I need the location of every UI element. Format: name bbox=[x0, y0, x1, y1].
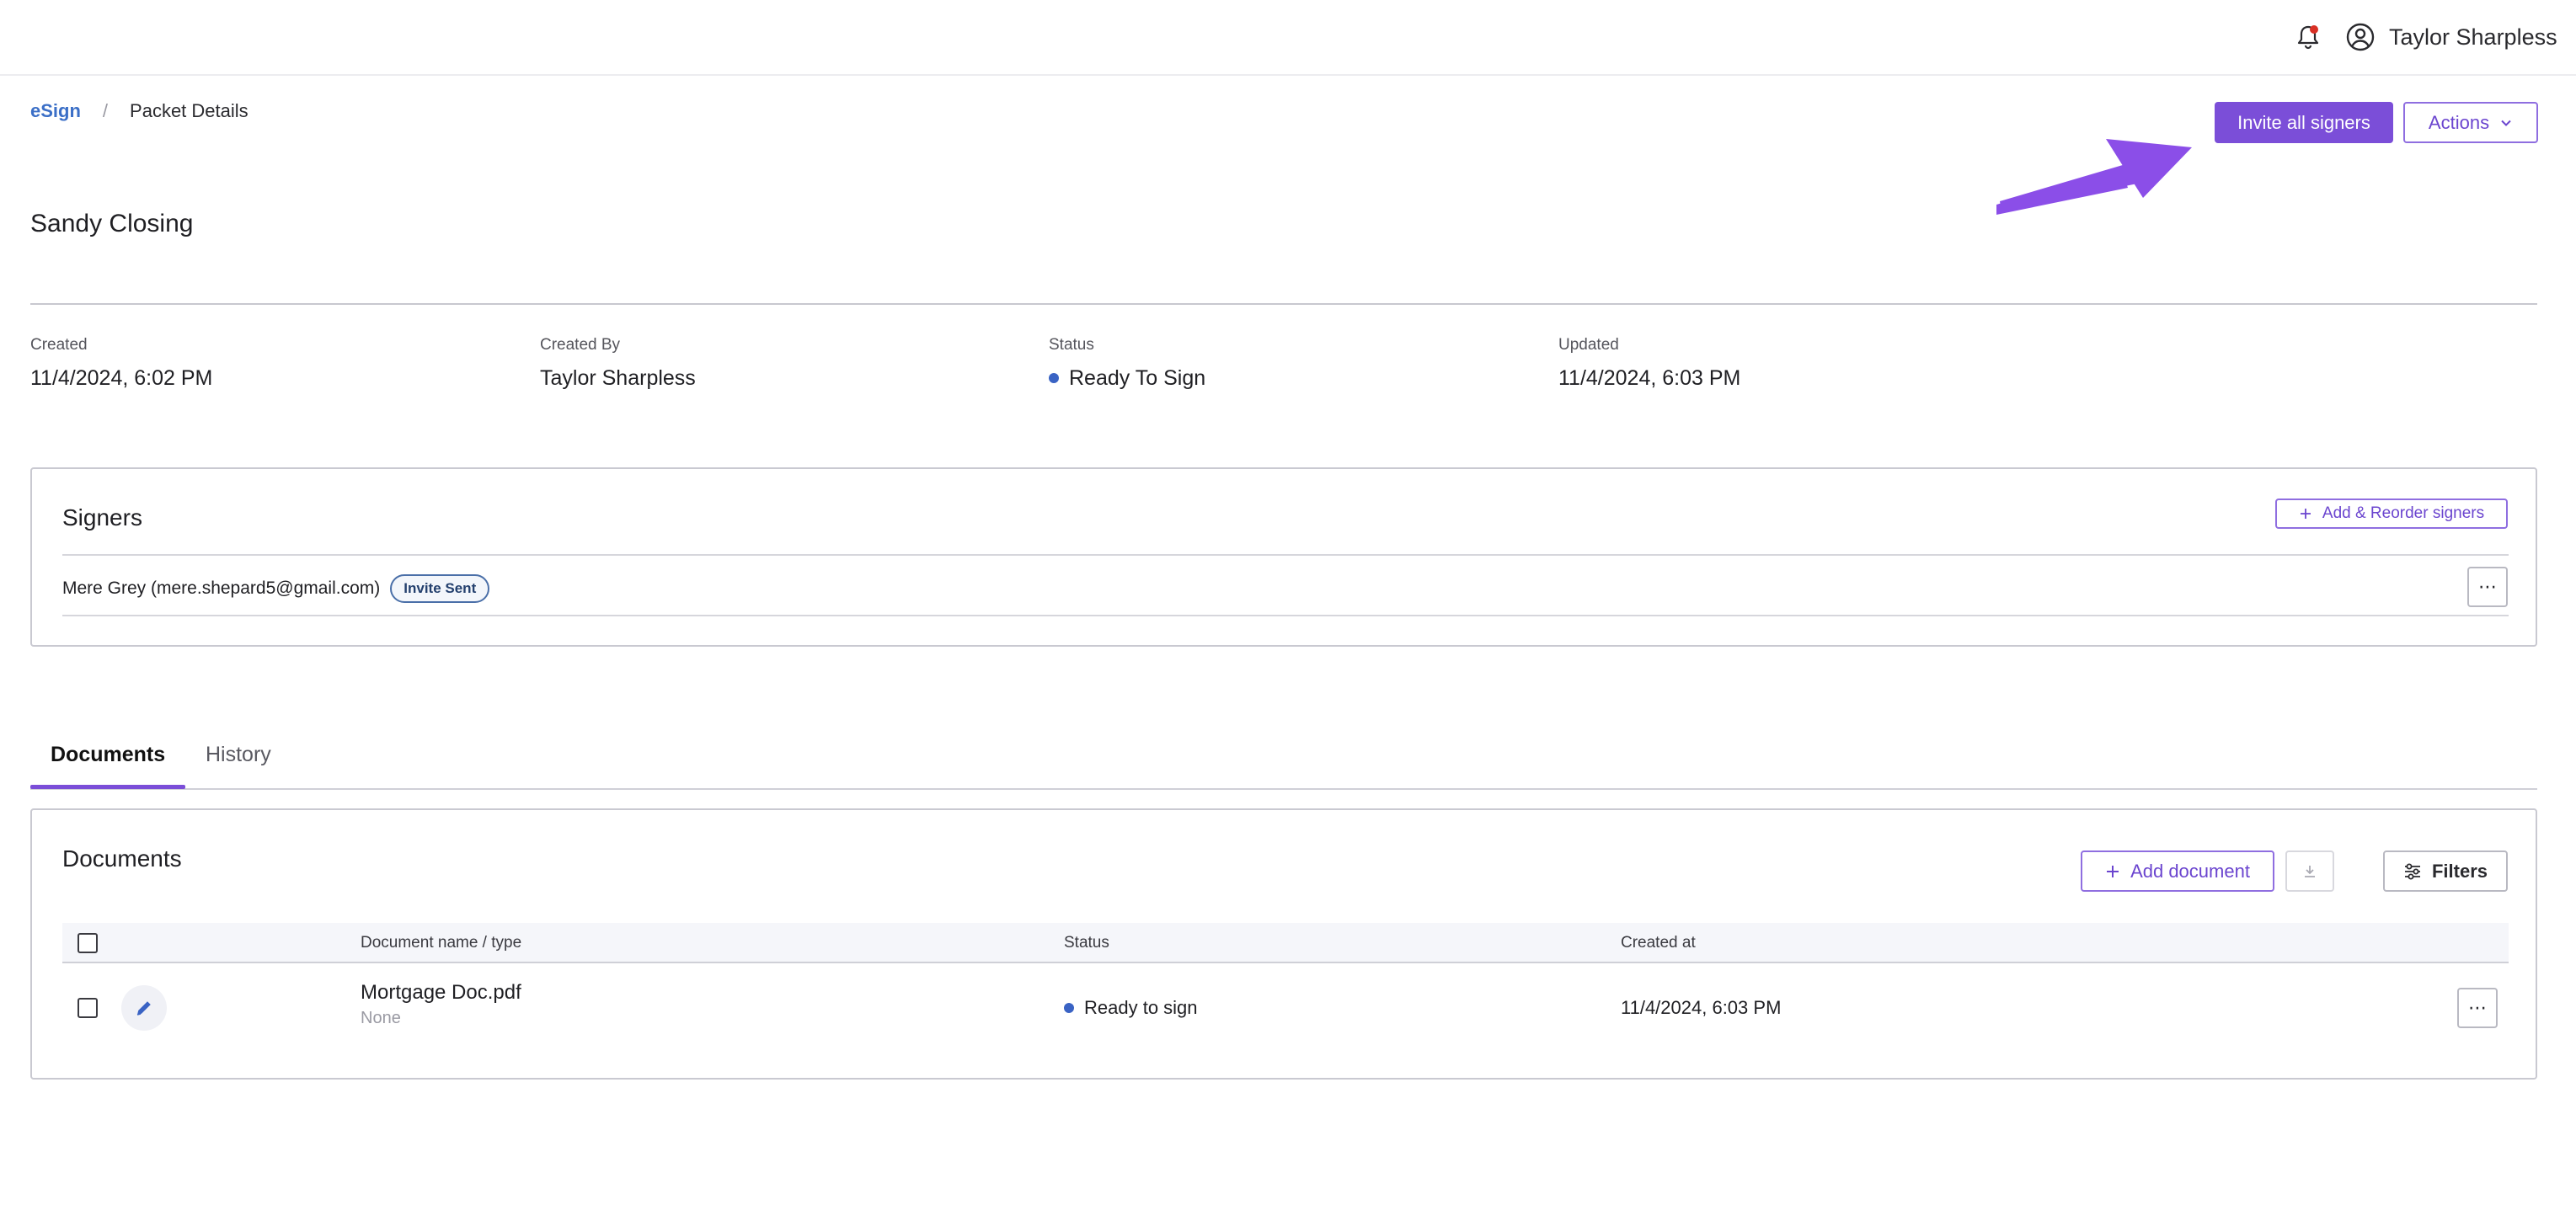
status-badge: Invite Sent bbox=[390, 574, 490, 603]
add-document-button[interactable]: Add document bbox=[2081, 850, 2274, 892]
meta-updated: Updated 11/4/2024, 6:03 PM bbox=[1558, 335, 1740, 392]
documents-title: Documents bbox=[62, 845, 182, 872]
user-avatar-icon[interactable] bbox=[2345, 22, 2376, 52]
actions-dropdown-button[interactable]: Actions bbox=[2403, 102, 2538, 143]
top-bar: Taylor Sharpless bbox=[0, 0, 2576, 76]
bell-icon[interactable] bbox=[2295, 24, 2322, 51]
divider bbox=[62, 615, 2509, 616]
document-status-text: Ready to sign bbox=[1084, 997, 1198, 1018]
chevron-down-icon bbox=[2501, 120, 2511, 126]
meta-value: 11/4/2024, 6:02 PM bbox=[30, 366, 213, 390]
document-status: Ready to sign bbox=[1064, 995, 1198, 1021]
invite-all-signers-label: Invite all signers bbox=[2237, 111, 2370, 133]
download-button[interactable] bbox=[2285, 850, 2334, 892]
meta-value: 11/4/2024, 6:03 PM bbox=[1558, 366, 1741, 390]
edit-document-button[interactable] bbox=[121, 985, 167, 1031]
pencil-icon bbox=[136, 1001, 151, 1016]
signer-row: Mere Grey (mere.shepard5@gmail.com) Invi… bbox=[62, 573, 490, 604]
status-dot bbox=[1064, 1003, 1074, 1013]
signers-card: Signers Add & Reorder signers Mere Grey … bbox=[30, 467, 2537, 647]
signer-name: Mere Grey (mere.shepard5@gmail.com) bbox=[62, 579, 381, 598]
download-icon bbox=[2305, 865, 2315, 877]
column-header-created-at[interactable]: Created at bbox=[1621, 923, 1696, 963]
document-more-button[interactable]: ⋯ bbox=[2457, 988, 2498, 1028]
breadcrumb-esign-link[interactable]: eSign bbox=[30, 98, 81, 125]
tab-history[interactable]: History bbox=[206, 739, 271, 770]
status-dot bbox=[1049, 373, 1059, 383]
tabs: Documents History bbox=[30, 724, 2537, 790]
meta-label: Created bbox=[30, 336, 88, 354]
meta-label: Updated bbox=[1558, 336, 1619, 354]
invite-all-signers-button[interactable]: Invite all signers bbox=[2215, 102, 2393, 143]
meta-label: Status bbox=[1049, 336, 1094, 354]
select-all-checkbox[interactable] bbox=[77, 933, 98, 953]
document-type: None bbox=[361, 1009, 401, 1027]
tab-documents[interactable]: Documents bbox=[51, 739, 165, 770]
status-text: Ready To Sign bbox=[1069, 366, 1206, 390]
user-name[interactable]: Taylor Sharpless bbox=[2389, 22, 2557, 52]
add-reorder-signers-label: Add & Reorder signers bbox=[2322, 504, 2485, 522]
plus-icon bbox=[2107, 865, 2119, 877]
column-header-name[interactable]: Document name / type bbox=[361, 923, 521, 963]
meta-created: Created 11/4/2024, 6:02 PM bbox=[30, 335, 212, 392]
breadcrumb: eSign / Packet Details bbox=[30, 98, 249, 125]
add-document-label: Add document bbox=[2130, 860, 2250, 882]
signer-more-button[interactable]: ⋯ bbox=[2467, 567, 2508, 607]
more-horizontal-icon: ⋯ bbox=[2468, 997, 2487, 1019]
actions-label: Actions bbox=[2428, 111, 2490, 133]
meta-value: Taylor Sharpless bbox=[540, 366, 696, 390]
page-title: Sandy Closing bbox=[30, 210, 194, 237]
meta-status: Status Ready To Sign bbox=[1049, 335, 1205, 392]
divider bbox=[62, 554, 2509, 556]
document-name[interactable]: Mortgage Doc.pdf bbox=[361, 980, 521, 1005]
add-reorder-signers-button[interactable]: Add & Reorder signers bbox=[2275, 499, 2508, 529]
breadcrumb-separator: / bbox=[102, 100, 109, 121]
filters-button[interactable]: Filters bbox=[2383, 850, 2508, 892]
document-created-at: 11/4/2024, 6:03 PM bbox=[1621, 997, 1782, 1018]
row-checkbox[interactable] bbox=[77, 998, 98, 1018]
divider bbox=[30, 303, 2537, 305]
meta-created-by: Created By Taylor Sharpless bbox=[540, 335, 696, 392]
documents-card: Documents Add document Filters Document … bbox=[30, 808, 2537, 1080]
annotation-arrow-icon bbox=[1996, 139, 2192, 215]
column-header-status[interactable]: Status bbox=[1064, 923, 1109, 963]
sliders-icon bbox=[2404, 863, 2420, 879]
more-horizontal-icon: ⋯ bbox=[2478, 576, 2497, 598]
filters-label: Filters bbox=[2431, 860, 2488, 882]
meta-label: Created By bbox=[540, 336, 621, 354]
active-tab-indicator bbox=[30, 785, 185, 789]
breadcrumb-current: Packet Details bbox=[130, 100, 249, 121]
signers-title: Signers bbox=[62, 504, 142, 531]
meta-status-value: Ready To Sign bbox=[1049, 364, 1205, 392]
table-header: Document name / type Status Created at bbox=[62, 923, 2509, 963]
plus-icon bbox=[2300, 509, 2311, 519]
